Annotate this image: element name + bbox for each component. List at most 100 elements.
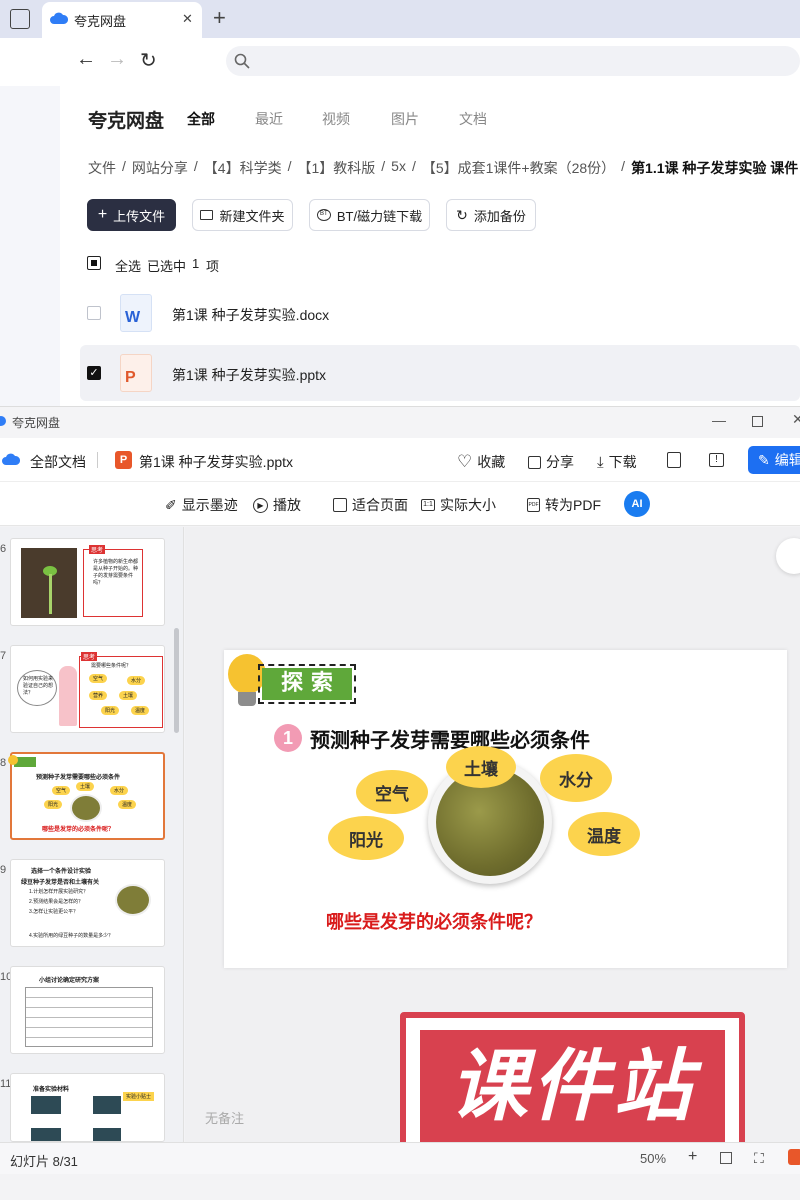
share-button[interactable]: 分享 <box>528 452 574 472</box>
reload-icon[interactable]: ↻ <box>140 48 157 73</box>
slide-counter: 幻灯片 8/31 <box>10 1154 78 1169</box>
fullscreen-icon[interactable]: ⛶ <box>754 1150 764 1167</box>
search-icon <box>234 53 250 69</box>
app-brand: 夸克网盘 <box>88 111 165 132</box>
forward-icon[interactable]: → <box>107 48 127 71</box>
thumb-text: 如何用实验来验证自己的想法？ <box>23 676 54 696</box>
thumb-bulb-icon <box>8 755 18 765</box>
viewer-window-title: 夸克网盘 <box>12 416 61 430</box>
zoom-in-icon[interactable]: + <box>688 1148 697 1166</box>
edit-button[interactable]: ✎ 编辑 <box>748 446 800 474</box>
breadcrumb-item[interactable]: 【5】成套1课件+教案（28份） <box>422 158 615 178</box>
thumb-beans <box>115 884 151 916</box>
add-backup-button[interactable]: ↻ 添加备份 <box>446 199 536 231</box>
thumbnail-scrollbar[interactable] <box>174 628 179 733</box>
condition-water: 水分 <box>540 754 612 802</box>
breadcrumb-item[interactable]: 文件 <box>88 158 116 178</box>
ai-assistant-icon[interactable]: AI <box>624 491 650 517</box>
thumb-title: 小组讨论确定研究方案 <box>39 978 100 984</box>
thumb-word: 土壤 <box>119 691 138 700</box>
file-checkbox[interactable] <box>87 306 101 320</box>
slide-thumbnail-9[interactable]: 选择一个条件设计实验 绿豆种子发芽是否和土壤有关 1.计划怎样开展实验研究？ 2… <box>10 859 165 947</box>
tab-close-icon[interactable]: ✕ <box>182 11 193 27</box>
thumb-word: 水分 <box>127 676 146 685</box>
thumb-line: 2.预测结果会是怎样的？ <box>29 899 84 905</box>
minimize-icon[interactable]: — <box>712 412 726 428</box>
fit-icon[interactable] <box>720 1152 732 1164</box>
bt-download-button[interactable]: BT BT/磁力链下载 <box>309 199 430 231</box>
tab-all[interactable]: 全部 <box>187 109 215 129</box>
app-orange-icon <box>788 1149 800 1165</box>
tab-docs[interactable]: 文档 <box>459 109 487 129</box>
quark-logo-icon <box>0 416 6 426</box>
thumb-word: 空气 <box>52 786 71 795</box>
thumb-photo <box>93 1096 121 1114</box>
slide-thumbnail-6[interactable]: 思考 许多植物的新生命都是从种子开始的。种子的发芽需要条件吗？ <box>10 538 165 626</box>
explore-banner-label: 探 索 <box>262 668 352 700</box>
breadcrumb-item[interactable]: 【1】教科版 <box>297 158 375 178</box>
slide-title: 预测种子发芽需要哪些必须条件 <box>310 730 590 752</box>
slide-thumbnail-11[interactable]: 准备实验材料 实验小贴士 <box>10 1073 165 1142</box>
breadcrumb-item[interactable]: 网站分享 <box>132 158 188 178</box>
thumb-word: 温度 <box>118 800 137 809</box>
condition-temperature: 温度 <box>568 812 640 856</box>
actual-size-icon: 1:1 <box>421 499 435 511</box>
thumb-table <box>25 987 153 1047</box>
zoom-level[interactable]: 50% <box>640 1151 666 1166</box>
pencil-icon: ✎ <box>758 451 770 468</box>
select-all-label: 全选 <box>115 259 142 274</box>
viewer-status-bar <box>0 1142 800 1174</box>
select-all-checkbox[interactable] <box>87 256 101 270</box>
thumb-word: 空气 <box>89 674 108 683</box>
tab-recent[interactable]: 最近 <box>255 109 283 129</box>
upload-button[interactable]: + 上传文件 <box>87 199 176 231</box>
thumb-tag: 思考 <box>81 652 98 661</box>
slide-number: 9 <box>0 864 7 876</box>
export-icon[interactable] <box>667 452 681 468</box>
plus-icon: + <box>97 206 108 223</box>
file-checkbox-checked[interactable]: ✓ <box>87 366 101 380</box>
watermark-text: 课件站 <box>449 1042 696 1130</box>
selected-label: 已选中 <box>147 259 187 274</box>
tab-video[interactable]: 视频 <box>322 109 350 129</box>
play-button[interactable]: ▶ 播放 <box>253 495 301 515</box>
download-button[interactable]: ⤓ 下载 <box>597 452 637 472</box>
current-slide: 探 索 1 预测种子发芽需要哪些必须条件 空气 土壤 水分 阳光 温度 哪些是发… <box>224 650 787 968</box>
divider <box>97 452 98 468</box>
slide-thumbnail-8-active[interactable]: 预测种子发芽需要哪些必须条件 空气 土壤 水分 阳光 温度 哪些是发芽的必须条件… <box>10 752 165 840</box>
breadcrumb-item[interactable]: 【4】科学类 <box>204 158 282 178</box>
condition-soil: 土壤 <box>446 746 516 788</box>
feedback-icon[interactable]: ! <box>709 453 724 467</box>
tab-images[interactable]: 图片 <box>391 109 419 129</box>
backup-icon: ↻ <box>456 206 468 223</box>
folder-plus-icon <box>200 210 214 220</box>
new-tab-button[interactable]: + <box>213 5 226 31</box>
all-documents-link[interactable]: 全部文档 <box>30 452 86 472</box>
pdf-icon: PDF <box>527 498 540 512</box>
convert-pdf-button[interactable]: PDF 转为PDF <box>527 495 601 515</box>
back-icon[interactable]: ← <box>76 48 96 71</box>
thumb-photo <box>93 1128 121 1141</box>
thumb-subtitle: 绿豆种子发芽是否和土壤有关 <box>21 880 100 886</box>
tab-search-icon[interactable] <box>10 9 30 29</box>
slide-thumbnail-7[interactable]: 如何用实验来验证自己的想法？ 思考 需要哪些条件呢？ 空气 水分 营养 土壤 阳… <box>10 645 165 733</box>
fit-page-button[interactable]: 适合页面 <box>333 495 408 515</box>
share-icon <box>528 455 541 469</box>
slide-number: 7 <box>0 650 7 662</box>
breadcrumb-item[interactable]: 5x <box>391 158 406 178</box>
favorite-button[interactable]: ♡ 收藏 <box>457 452 505 472</box>
show-ink-button[interactable]: ✐ 显示墨迹 <box>165 495 238 515</box>
thumb-word: 土壤 <box>76 782 95 791</box>
tab-title: 夸克网盘 <box>74 14 127 29</box>
thumb-word: 阳光 <box>101 706 120 715</box>
url-input[interactable] <box>226 46 800 76</box>
thumb-title: 选择一个条件设计实验 <box>31 869 92 875</box>
actual-size-button[interactable]: 1:1 实际大小 <box>421 495 496 515</box>
thumb-beans <box>70 794 102 822</box>
close-icon[interactable]: ✕ <box>792 411 800 428</box>
cloud-icon <box>2 453 20 465</box>
girl-illustration <box>59 666 77 726</box>
slide-thumbnail-10[interactable]: 小组讨论确定研究方案 <box>10 966 165 1054</box>
new-folder-button[interactable]: 新建文件夹 <box>192 199 293 231</box>
maximize-icon[interactable] <box>752 416 763 427</box>
